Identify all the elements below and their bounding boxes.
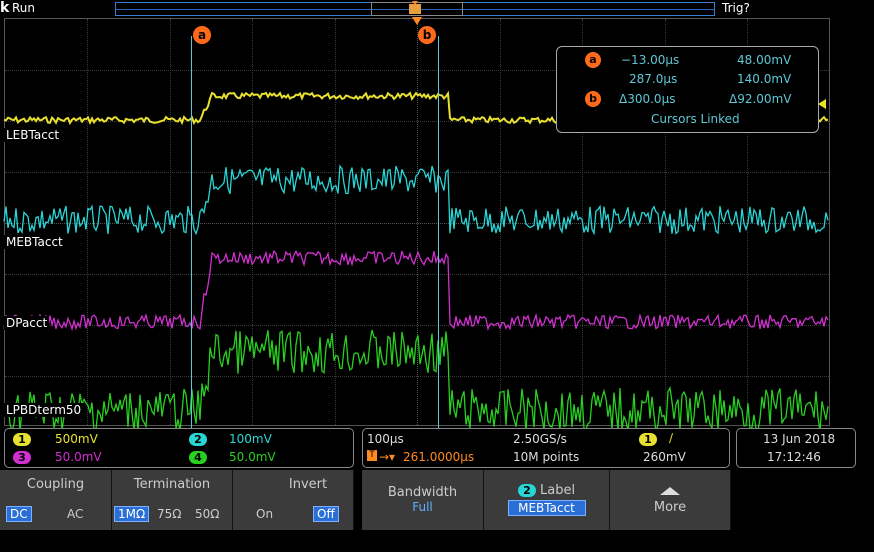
time: 17:12:46 [767,450,821,464]
horizontal-delay: 261.0000μs [403,450,475,464]
delay-icon: T [367,450,377,461]
delta-volt: Δ92.00mV [729,92,792,106]
readout-b-marker: b [585,91,601,107]
cursor-a-time: −13.00μs [621,53,680,67]
trigger-marker-icon [412,17,422,25]
trigger-level: 260mV [643,450,686,464]
label-value: MEBTacct [507,500,586,516]
invert-title: Invert [288,477,328,492]
termination-title: Termination [133,477,211,492]
cursor-a-volt: 48.00mV [737,53,792,67]
record-length: 10M points [513,450,580,464]
more-title: More [653,500,687,515]
readout-a-marker: a [585,52,601,68]
invert-off[interactable]: Off [313,506,339,522]
trace-label-mebtacct[interactable]: MEBTacct [4,235,65,249]
ch4-scale: 50.0mV [229,450,276,464]
ch2-badge[interactable]: 2 [189,433,207,446]
more-menu[interactable]: More [610,470,731,530]
trigger-slope-icon: ∕ [669,431,674,445]
trace-label-dpacct[interactable]: DPacct [4,316,50,330]
label-menu[interactable]: 2 Label MEBTacct [484,470,610,530]
ch3-badge[interactable]: 3 [13,451,31,464]
invert-menu[interactable]: Invert On Off [233,470,354,530]
coupling-menu[interactable]: Coupling DC AC [0,470,112,530]
cursor-b-line[interactable] [438,36,439,428]
chevron-up-icon [660,487,680,495]
channel-scales-panel[interactable]: 1 500mV 3 50.0mV 2 100mV 4 50.0mV [4,428,354,468]
trace-lpbdterm50 [3,329,829,430]
coupling-ac[interactable]: AC [64,507,86,521]
termination-75[interactable]: 75Ω [154,507,184,521]
label-title: Label [540,483,576,498]
ch1-badge[interactable]: 1 [13,433,31,446]
invert-on[interactable]: On [253,507,276,521]
ch4-badge[interactable]: 4 [189,451,207,464]
coupling-title: Coupling [26,477,85,492]
trigger-source-badge[interactable]: 1 [639,433,657,446]
ch3-scale: 50.0mV [55,450,102,464]
cursor-a-line[interactable] [191,36,192,428]
date: 13 Jun 2018 [763,432,836,446]
cursor-readout[interactable]: a −13.00μs 48.00mV 287.0μs 140.0mV b Δ30… [556,46,819,133]
cursor-b-volt: 140.0mV [737,72,792,86]
trace-mebtacct [3,164,829,236]
label-channel-badge: 2 [517,484,536,497]
ch1-scale: 500mV [55,432,98,446]
sample-rate: 2.50GS/s [513,432,567,446]
horizontal-scale: 100μs [367,432,404,446]
trace-dpacct [3,249,829,332]
bandwidth-title: Bandwidth [387,485,458,500]
trace-label-lpbdterm50[interactable]: LPBDterm50 [4,403,84,417]
coupling-dc[interactable]: DC [6,506,32,522]
trace-label-lebtacct[interactable]: LEBTacct [4,128,62,142]
cursor-a-marker[interactable]: a [193,26,211,44]
cursor-b-marker[interactable]: b [418,26,436,44]
delay-arrow-icon: →▾ [379,450,396,464]
termination-1m[interactable]: 1MΩ [114,506,150,522]
delta-time: Δ300.0μs [619,92,676,106]
termination-50[interactable]: 50Ω [192,507,222,521]
timebase-panel[interactable]: 100μs 2.50GS/s T →▾ 261.0000μs 10M point… [362,428,730,468]
termination-menu[interactable]: Termination 1MΩ 75Ω 50Ω [112,470,233,530]
datetime-panel[interactable]: 13 Jun 2018 17:12:46 [736,428,856,468]
ref-level-arrow-icon [818,99,826,109]
cursor-b-time: 287.0μs [629,72,678,86]
cursors-linked: Cursors Linked [651,112,740,126]
bandwidth-menu[interactable]: Bandwidth Full [362,470,484,530]
ch2-scale: 100mV [229,432,272,446]
bandwidth-value: Full [412,500,433,514]
